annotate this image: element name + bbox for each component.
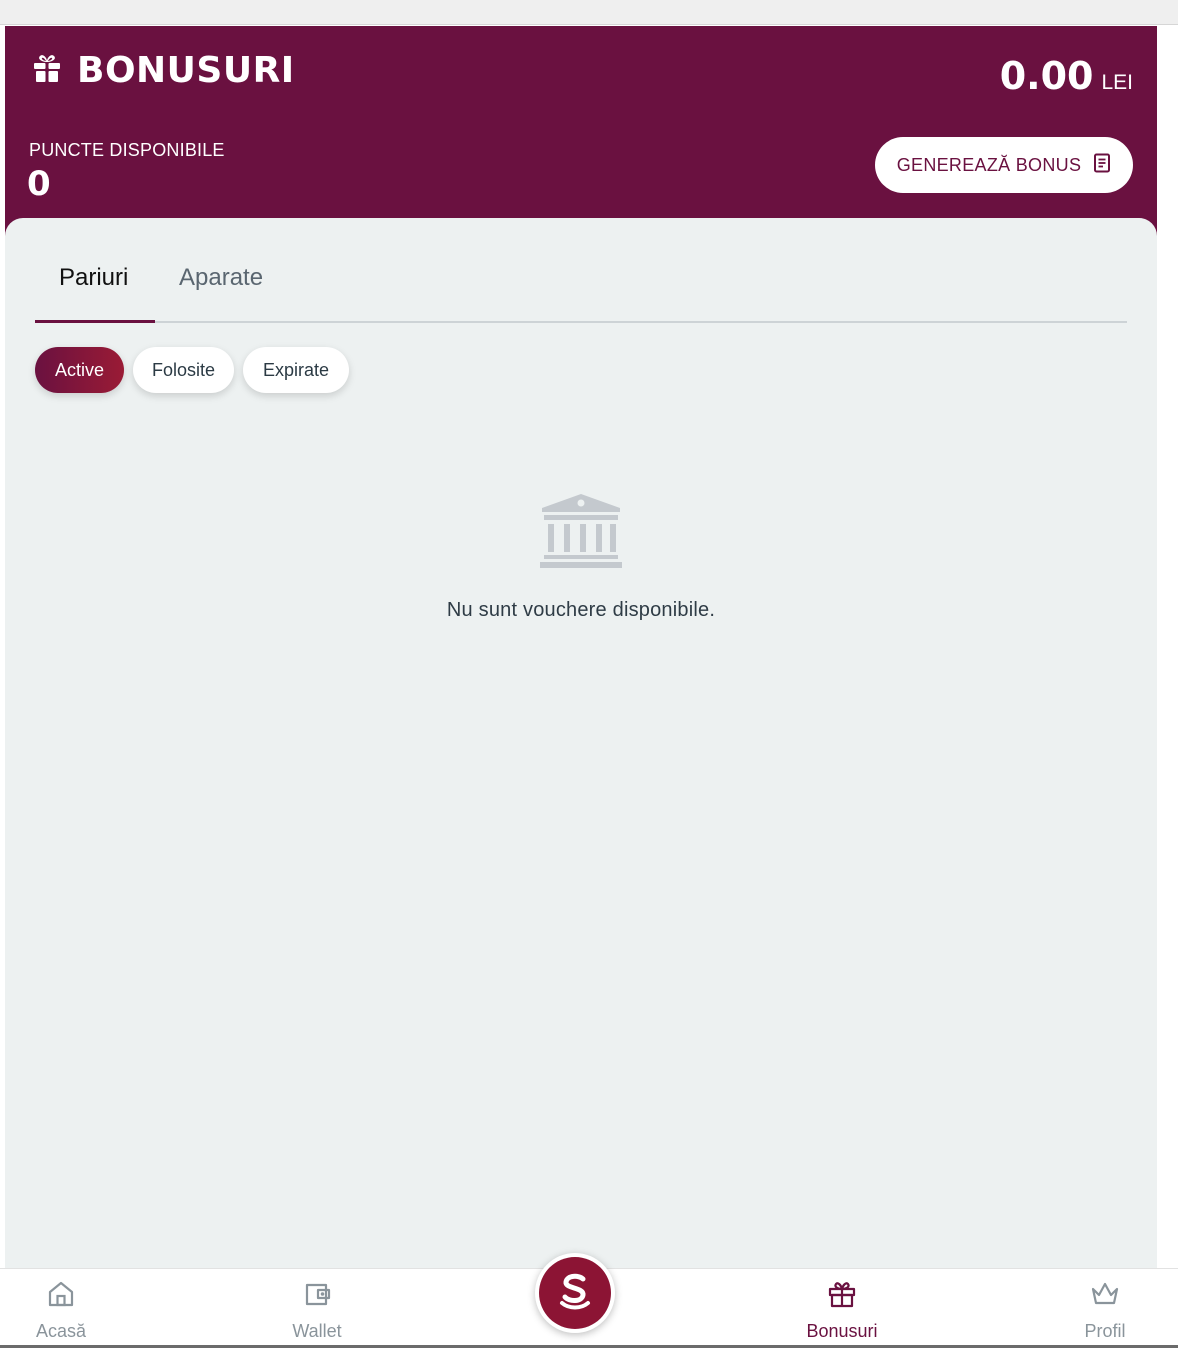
s-logo-icon [553, 1269, 597, 1318]
generate-bonus-button[interactable]: GENEREAZĂ BONUS [875, 137, 1133, 193]
empty-state: Nu sunt vouchere disponibile. [5, 494, 1157, 622]
empty-state-message: Nu sunt vouchere disponibile. [446, 599, 716, 621]
page-title-text: BONUSURI [77, 50, 295, 91]
bank-icon [540, 494, 622, 575]
wallet-icon [302, 1279, 332, 1314]
center-home-button[interactable] [535, 1253, 615, 1333]
balance-display: 0.00 LEI [1000, 54, 1133, 98]
crown-icon [1090, 1279, 1120, 1314]
page-header: BONUSURI 0.00 LEI PUNCTE DISPONIBILE 0 G… [5, 26, 1157, 241]
tab-aparate[interactable]: Aparate [179, 264, 263, 292]
document-icon [1081, 153, 1111, 178]
balance-amount: 0.00 [999, 54, 1094, 98]
filter-expired-chip[interactable]: Expirate [243, 347, 349, 393]
nav-item-profil[interactable]: Profil [1077, 1279, 1133, 1342]
points-value: 0 [27, 164, 51, 204]
browser-top-bar [0, 0, 1178, 25]
filter-chips: Active Folosite Expirate [35, 347, 349, 393]
nav-item-acasa[interactable]: Acasă [30, 1279, 92, 1342]
home-icon [46, 1279, 76, 1314]
filter-used-chip[interactable]: Folosite [133, 347, 234, 393]
nav-label-wallet: Wallet [292, 1321, 342, 1341]
nav-label-bonusuri: Bonusuri [806, 1321, 878, 1341]
tab-pariuri[interactable]: Pariuri [59, 264, 128, 292]
nav-label-acasa: Acasă [35, 1321, 87, 1341]
points-label: PUNCTE DISPONIBILE [29, 140, 225, 160]
nav-label-profil: Profil [1084, 1321, 1126, 1341]
active-tab-indicator [35, 320, 155, 323]
content-panel: Pariuri Aparate Active Folosite Expirate [5, 218, 1157, 1348]
nav-item-wallet[interactable]: Wallet [283, 1279, 351, 1342]
center-button-inner [539, 1257, 611, 1329]
nav-item-bonusuri[interactable]: Bonusuri [798, 1279, 886, 1342]
gift-icon [31, 52, 77, 89]
generate-bonus-label: GENEREAZĂ BONUS [896, 154, 1082, 175]
app-container: BONUSURI 0.00 LEI PUNCTE DISPONIBILE 0 G… [5, 26, 1157, 1348]
filter-active-chip[interactable]: Active [35, 347, 124, 393]
gift-icon [827, 1279, 857, 1314]
page-title: BONUSURI [31, 50, 295, 91]
balance-currency: LEI [1101, 71, 1133, 94]
tab-bar: Pariuri Aparate [35, 218, 1127, 323]
